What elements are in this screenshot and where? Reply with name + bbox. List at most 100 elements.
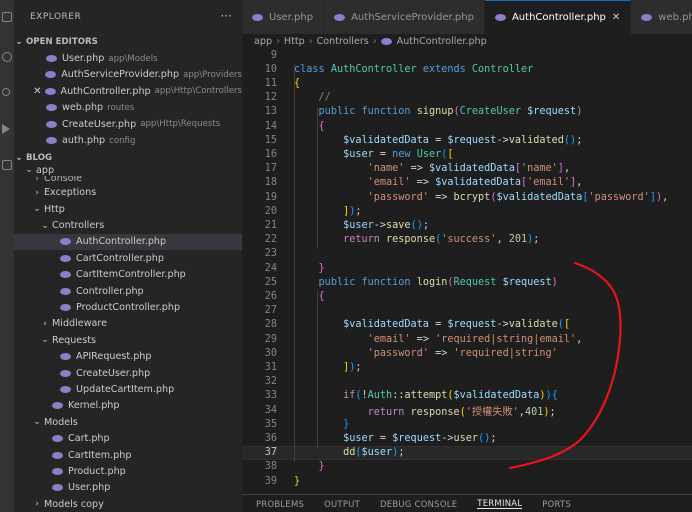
tree-file[interactable]: CartItem.php bbox=[14, 447, 242, 463]
open-editor-item[interactable]: CreateUser.php app\Http\Requests bbox=[14, 116, 242, 132]
php-file-icon bbox=[60, 254, 71, 262]
tab-user-php[interactable]: User.php bbox=[242, 0, 325, 34]
open-editor-item[interactable]: ✕ AuthController.php app\Http\Controllers bbox=[14, 83, 242, 99]
tree-file[interactable]: Product.php bbox=[14, 463, 242, 479]
code-line[interactable]: 31 ]); bbox=[242, 360, 692, 374]
tree-folder[interactable]: › Exceptions bbox=[14, 185, 242, 201]
code-line[interactable]: 20 ]); bbox=[242, 204, 692, 218]
panel-tab-problems[interactable]: PROBLEMS bbox=[256, 499, 304, 509]
open-editor-item[interactable]: AuthServiceProvider.php app\Providers bbox=[14, 67, 242, 83]
tree-label: Controller.php bbox=[76, 285, 144, 297]
code-line[interactable]: 23 bbox=[242, 247, 692, 261]
code-token: :: bbox=[392, 390, 405, 402]
code-line[interactable]: 13 public function signup(CreateUser $re… bbox=[242, 105, 692, 119]
tree-file[interactable]: AuthController.php bbox=[14, 233, 242, 251]
line-number: 30 bbox=[264, 347, 277, 359]
code-line[interactable]: 14 { bbox=[242, 119, 692, 133]
tree-folder[interactable]: › Models copy bbox=[14, 496, 242, 512]
tree-folder[interactable]: › Middleware bbox=[14, 316, 242, 332]
breadcrumb-item[interactable]: app bbox=[254, 36, 272, 47]
code-line[interactable]: 28 $validatedData = $request->validate([ bbox=[242, 318, 692, 332]
tree-file[interactable]: APIRequest.php bbox=[14, 349, 242, 365]
tab-web-php[interactable]: web.php bbox=[631, 0, 692, 34]
chevron-down-icon: ⌄ bbox=[25, 165, 33, 176]
code-line[interactable]: 32 bbox=[242, 375, 692, 389]
extensions-icon[interactable] bbox=[2, 160, 12, 170]
code-text: 'password' => 'required|string' bbox=[294, 348, 558, 359]
tree-folder[interactable]: ⌄ Requests bbox=[14, 332, 242, 348]
code-line[interactable]: 36 $user = $request->user(); bbox=[242, 431, 692, 445]
code-line[interactable]: 24 } bbox=[242, 261, 692, 275]
tree-file[interactable]: ProductController.php bbox=[14, 299, 242, 315]
tree-file[interactable]: CartController.php bbox=[14, 250, 242, 266]
php-file-icon bbox=[380, 37, 392, 45]
tree-folder[interactable]: ⌄ Models bbox=[14, 414, 242, 430]
code-line[interactable]: 39} bbox=[242, 474, 692, 488]
code-line[interactable]: 26 { bbox=[242, 289, 692, 303]
tree-file[interactable]: CartItemController.php bbox=[14, 267, 242, 283]
panel-tab-terminal[interactable]: TERMINAL bbox=[477, 498, 523, 509]
tree-folder[interactable]: ⌄ Http bbox=[14, 201, 242, 217]
breadcrumb-item[interactable]: AuthController.php bbox=[397, 36, 487, 47]
code-line[interactable]: 10 class AuthController extends Controlle… bbox=[242, 62, 692, 76]
code-line[interactable]: 11{ bbox=[242, 76, 692, 90]
code-line[interactable]: 22 return response('success', 201); bbox=[242, 233, 692, 247]
tree-folder[interactable]: › Console bbox=[14, 176, 242, 184]
panel-tab-output[interactable]: OUTPUT bbox=[324, 499, 360, 509]
more-actions-icon[interactable]: ··· bbox=[221, 9, 232, 23]
code-line[interactable]: 27 bbox=[242, 304, 692, 318]
close-icon[interactable]: ✕ bbox=[612, 12, 620, 23]
files-icon[interactable] bbox=[2, 12, 12, 22]
code-token: $validatedData bbox=[453, 390, 540, 402]
code-text: 'name' => $validatedData['name'], bbox=[294, 163, 570, 174]
tree-file[interactable]: CreateUser.php bbox=[14, 365, 242, 381]
code-line[interactable]: 21 $user->save(); bbox=[242, 218, 692, 232]
breadcrumb-item[interactable]: Controllers bbox=[317, 36, 369, 47]
code-line[interactable]: 17 'name' => $validatedData['name'], bbox=[242, 162, 692, 176]
code-line[interactable]: 25 public function login(Request $reques… bbox=[242, 275, 692, 289]
panel-tab-debug-console[interactable]: DEBUG CONSOLE bbox=[380, 499, 457, 509]
open-editor-item[interactable]: User.php app\Models bbox=[14, 50, 242, 66]
tab-authserviceprovider-php[interactable]: AuthServiceProvider.php bbox=[324, 0, 485, 34]
tree-folder[interactable]: ⌄ Controllers bbox=[14, 217, 242, 233]
code-line[interactable]: 9 bbox=[242, 48, 692, 62]
open-editor-item[interactable]: web.php routes bbox=[14, 100, 242, 116]
code-line[interactable]: 37 dd($user); bbox=[242, 445, 692, 460]
open-editor-item[interactable]: auth.php config bbox=[14, 132, 242, 148]
code-line[interactable]: 35 } bbox=[242, 417, 692, 431]
code-line[interactable]: 16 $user = new User([ bbox=[242, 147, 692, 161]
panel-tab-ports[interactable]: PORTS bbox=[542, 499, 571, 509]
tab-authcontroller-php[interactable]: AuthController.php ✕ bbox=[484, 0, 632, 34]
code-line[interactable]: 19 'password' => bcrypt($validatedData['… bbox=[242, 190, 692, 204]
code-line[interactable]: 12 // bbox=[242, 91, 692, 105]
tree-file[interactable]: Kernel.php bbox=[14, 398, 242, 414]
code-line[interactable]: 29 'email' => 'required|string|email', bbox=[242, 332, 692, 346]
close-icon[interactable]: ✕ bbox=[32, 86, 43, 97]
code-editor[interactable]: 9 10 class AuthController extends Controll… bbox=[242, 48, 692, 494]
code-token: $request bbox=[447, 319, 497, 331]
tree-file[interactable]: UpdateCartItem.php bbox=[14, 381, 242, 397]
open-editor-name: web.php bbox=[62, 102, 104, 114]
source-control-icon[interactable] bbox=[2, 88, 10, 96]
tree-file[interactable]: Controller.php bbox=[14, 283, 242, 299]
code-line[interactable]: 38 } bbox=[242, 460, 692, 474]
tree-file[interactable]: User.php bbox=[14, 480, 242, 496]
open-editors-header[interactable]: ⌄ OPEN EDITORS bbox=[14, 34, 242, 50]
breadcrumb-item[interactable]: Http bbox=[284, 36, 305, 47]
code-line[interactable]: 34 return response('授權失敗',401); bbox=[242, 403, 692, 418]
run-debug-icon[interactable] bbox=[2, 124, 10, 134]
code-line[interactable]: 18 'email' => $validatedData['email'], bbox=[242, 176, 692, 190]
code-token: $request bbox=[502, 276, 552, 288]
code-line[interactable]: 33 if(!Auth::attempt($validatedData)){ bbox=[242, 389, 692, 403]
search-icon[interactable] bbox=[2, 52, 12, 62]
code-token: () bbox=[410, 219, 423, 231]
code-line[interactable]: 15 $validatedData = $request->validated(… bbox=[242, 133, 692, 147]
code-token: => bbox=[410, 333, 436, 345]
tree-file[interactable]: Cart.php bbox=[14, 431, 242, 447]
code-line[interactable]: 30 'password' => 'required|string' bbox=[242, 346, 692, 360]
chevron-down-icon: ⌄ bbox=[41, 335, 49, 346]
